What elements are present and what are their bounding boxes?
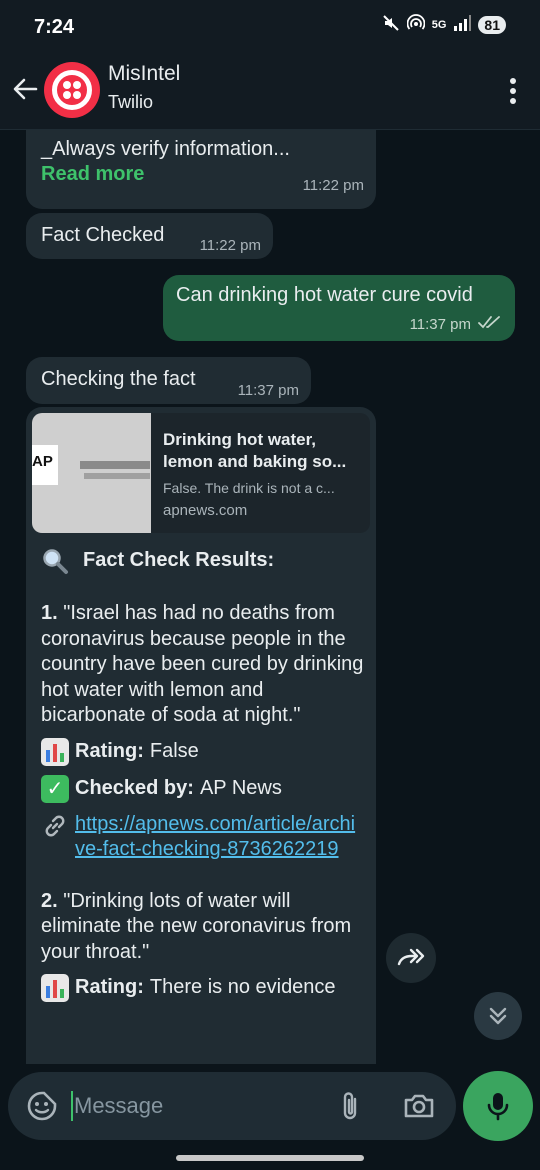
claim-1: 1. "Israel has had no deaths from corona… xyxy=(41,601,371,729)
more-options-button[interactable] xyxy=(506,74,520,108)
bar-chart-icon xyxy=(41,737,69,766)
network-type: 5G xyxy=(431,19,447,31)
fact-check-body: Fact Check Results: 1. "Israel has had n… xyxy=(41,547,371,1002)
home-indicator[interactable] xyxy=(176,1155,364,1161)
preview-domain: apnews.com xyxy=(163,502,248,519)
contact-name[interactable]: MisIntel xyxy=(108,62,180,86)
message-list[interactable]: _Always verify information... Read more … xyxy=(0,130,540,1064)
status-icons: 5G 81 xyxy=(382,14,506,36)
microphone-icon xyxy=(487,1093,509,1121)
mute-icon xyxy=(382,14,400,36)
ap-logo-icon: AP xyxy=(32,445,58,485)
message-text: Checking the fact xyxy=(41,368,196,390)
rating-row: Rating: There is no evidence xyxy=(41,974,371,1002)
attach-button[interactable] xyxy=(338,1090,362,1127)
sticker-icon xyxy=(27,1091,57,1121)
rating-value: False xyxy=(149,739,199,762)
message-time: 11:22 pm xyxy=(302,177,364,194)
claim-2: 2. "Drinking lots of water will eliminat… xyxy=(41,889,371,966)
rating-row: Rating: False xyxy=(41,737,371,766)
preview-description: False. The drink is not a c... xyxy=(163,480,335,496)
paperclip-icon xyxy=(343,1092,357,1120)
rating-label: Rating: xyxy=(75,739,144,762)
back-button[interactable] xyxy=(8,72,42,106)
battery-level: 81 xyxy=(478,16,506,34)
camera-button[interactable] xyxy=(402,1090,436,1127)
heading-text: Fact Check Results: xyxy=(83,549,275,572)
avatar[interactable] xyxy=(44,62,100,118)
incoming-message[interactable]: AP Drinking hot water, lemon and baking … xyxy=(26,407,376,1064)
scroll-to-bottom-button[interactable] xyxy=(474,992,522,1040)
source-link[interactable]: https://apnews.com/article/archive-fact-… xyxy=(75,812,365,863)
double-chevron-down-icon xyxy=(489,1007,507,1025)
link-preview[interactable]: AP Drinking hot water, lemon and baking … xyxy=(32,413,370,533)
preview-title: Drinking hot water, lemon and baking so.… xyxy=(163,430,347,471)
signal-icon xyxy=(453,15,472,35)
message-time: 11:22 pm xyxy=(199,237,261,254)
dot xyxy=(510,88,516,94)
check-mark-icon: ✓ xyxy=(41,774,69,803)
checked-by-value: AP News xyxy=(199,776,282,799)
claim-number: 2. xyxy=(41,889,58,912)
camera-icon xyxy=(404,1094,434,1118)
incoming-message[interactable]: _Always verify information... Read more … xyxy=(26,130,376,209)
message-text: _Always verify information... xyxy=(41,138,290,160)
message-text: Can drinking hot water cure covid xyxy=(176,284,473,306)
claim-text: "Israel has had no deaths from coronavir… xyxy=(41,602,364,726)
emoji-button[interactable] xyxy=(26,1090,58,1127)
forward-button[interactable] xyxy=(386,933,436,983)
rating-value: There is no evidence xyxy=(149,976,336,999)
double-check-icon xyxy=(478,315,502,333)
incoming-message[interactable]: Fact Checked 11:22 pm xyxy=(26,213,273,259)
message-time: 11:37 pm xyxy=(237,382,299,399)
rating-label: Rating: xyxy=(75,976,144,999)
status-bar: 7:24 5G 81 xyxy=(0,0,540,56)
checked-by-label: Checked by: xyxy=(75,776,194,799)
forward-icon xyxy=(397,948,425,966)
chat-header: MisIntel Twilio xyxy=(0,56,540,130)
twilio-logo-icon xyxy=(52,70,92,110)
hotspot-icon xyxy=(406,14,426,36)
status-time: 7:24 xyxy=(34,16,75,38)
dot xyxy=(510,78,516,84)
arrow-left-icon xyxy=(13,78,38,100)
claim-number: 1. xyxy=(41,602,58,624)
dot xyxy=(510,98,516,104)
link-icon xyxy=(41,812,69,840)
checked-by-row: ✓ Checked by: AP News xyxy=(41,774,371,803)
message-input[interactable] xyxy=(74,1090,314,1122)
text-cursor xyxy=(71,1091,73,1121)
contact-subtitle[interactable]: Twilio xyxy=(108,92,153,113)
outgoing-message[interactable]: Can drinking hot water cure covid 11:37 … xyxy=(163,275,515,341)
voice-message-button[interactable] xyxy=(463,1071,533,1141)
fact-check-heading: Fact Check Results: xyxy=(41,547,371,575)
preview-thumbnail: AP xyxy=(32,413,151,533)
composer xyxy=(8,1072,456,1140)
bar-chart-icon xyxy=(41,974,69,1002)
source-row: https://apnews.com/article/archive-fact-… xyxy=(41,812,371,863)
message-text: Fact Checked xyxy=(41,224,165,246)
read-more-link[interactable]: Read more xyxy=(41,163,144,186)
claim-text: "Drinking lots of water will eliminate t… xyxy=(41,889,352,963)
message-time: 11:37 pm xyxy=(409,316,471,333)
magnifier-icon xyxy=(41,547,69,575)
incoming-message[interactable]: Checking the fact 11:37 pm xyxy=(26,357,311,404)
